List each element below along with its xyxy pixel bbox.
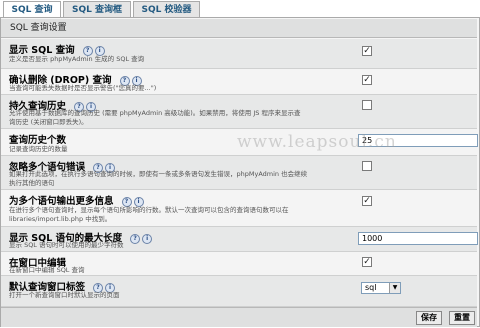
setting-row-max-sql-length: 显示 SQL 语句的最大长度? i 显示 SQL 语句时可以使用的最少字符数 10…: [1, 227, 478, 252]
chevron-down-icon[interactable]: ▼: [389, 283, 400, 293]
setting-description-line: libraries/import.lib.php 中找到。: [9, 215, 112, 223]
persistent-history-checkbox[interactable]: [362, 100, 372, 110]
setting-description: 在新窗口中编辑 SQL 查询: [9, 266, 85, 274]
setting-label: 为多个语句输出更多信息? i: [9, 193, 146, 207]
form-footer: 保存 重置: [1, 307, 477, 327]
setting-description-line: 执行其他的语句: [9, 179, 55, 187]
setting-description-line: 如果打开此选项，在执行多语句查询的时候，即使有一条或多条语句发生错误，phpMy…: [9, 170, 308, 178]
setting-description-line: 在进行多个语句查询时，显示每个语句所影响的行数。默认一次查询可以包含的查询语句数…: [9, 206, 289, 214]
setting-row-verbose-multi: 为多个语句输出更多信息? i 在进行多个语句查询时，显示每个语句所影响的行数。默认…: [1, 190, 477, 227]
max-sql-length-input[interactable]: 1000: [358, 232, 478, 245]
default-tab-value: sql: [365, 283, 377, 292]
setting-description: 如果打开此选项，在执行多语句查询的时候，即使有一条或多条语句发生错误，phpMy…: [9, 170, 354, 188]
setting-row-edit-in-window: 在窗口中编辑 在新窗口中编辑 SQL 查询 ✓: [1, 252, 477, 276]
tab-sql-query[interactable]: SQL 查询: [3, 1, 61, 18]
setting-description: 打开一个新查询窗口时默认显示的页面: [9, 291, 120, 299]
tab-sql-query-box[interactable]: SQL 查询框: [63, 1, 131, 17]
setting-row-confirm-drop: 确认删除 (DROP) 查询? i 当查询可能丢失数据时是否显示警告("您真的要.…: [1, 69, 477, 95]
reset-button[interactable]: 重置: [449, 311, 475, 325]
setting-description-line: 允许使用基于数据库的查询历史 (需要 phpMyAdmin 高级功能)。如果禁用…: [9, 109, 301, 117]
edit-in-window-checkbox[interactable]: ✓: [362, 257, 372, 267]
setting-row-show-sql: 显示 SQL 查询? i 定义是否显示 phpMyAdmin 生成的 SQL 查询…: [1, 39, 477, 69]
setting-description: 显示 SQL 语句时可以使用的最少字符数: [9, 241, 124, 249]
setting-label: 显示 SQL 查询? i: [9, 42, 107, 56]
setting-row-ignore-errors: 忽略多个语句错误? i 如果打开此选项，在执行多语句查询的时候，即使有一条或多条语…: [1, 156, 477, 190]
setting-row-default-tab: 默认查询窗口标签? i 打开一个新查询窗口时默认显示的页面 sql ▼: [1, 276, 477, 307]
verbose-multi-checkbox[interactable]: ✓: [362, 196, 372, 206]
ignore-errors-checkbox[interactable]: [362, 161, 372, 171]
setting-description: 在进行多个语句查询时，显示每个语句所影响的行数。默认一次查询可以包含的查询语句数…: [9, 206, 354, 224]
setting-description: 定义是否显示 phpMyAdmin 生成的 SQL 查询: [9, 55, 145, 63]
setting-label: 查询历史个数: [9, 132, 66, 146]
watermark: www.leapsoul.cn: [237, 132, 397, 152]
info-icon[interactable]: i: [133, 196, 144, 207]
doc-icon[interactable]: ?: [121, 196, 132, 207]
tab-bar: SQL 查询 SQL 查询框 SQL 校验器: [0, 0, 480, 18]
doc-icon[interactable]: ?: [82, 45, 93, 56]
setting-description-line: 询历史 (关闭窗口即丢失)。: [9, 118, 88, 126]
show-sql-checkbox[interactable]: ✓: [362, 46, 372, 56]
confirm-drop-checkbox[interactable]: ✓: [362, 75, 372, 85]
tab-sql-validator[interactable]: SQL 校验器: [133, 1, 200, 17]
setting-row-persistent-history: 持久查询历史? i 允许使用基于数据库的查询历史 (需要 phpMyAdmin 高…: [1, 95, 477, 129]
default-tab-select[interactable]: sql ▼: [361, 282, 401, 294]
section-title: SQL 查询设置: [1, 19, 477, 38]
info-icon[interactable]: i: [94, 45, 105, 56]
setting-description: 允许使用基于数据库的查询历史 (需要 phpMyAdmin 高级功能)。如果禁用…: [9, 109, 354, 127]
save-button[interactable]: 保存: [416, 311, 442, 325]
setting-description: 当查询可能丢失数据时是否显示警告("您真的要..."): [9, 84, 157, 92]
